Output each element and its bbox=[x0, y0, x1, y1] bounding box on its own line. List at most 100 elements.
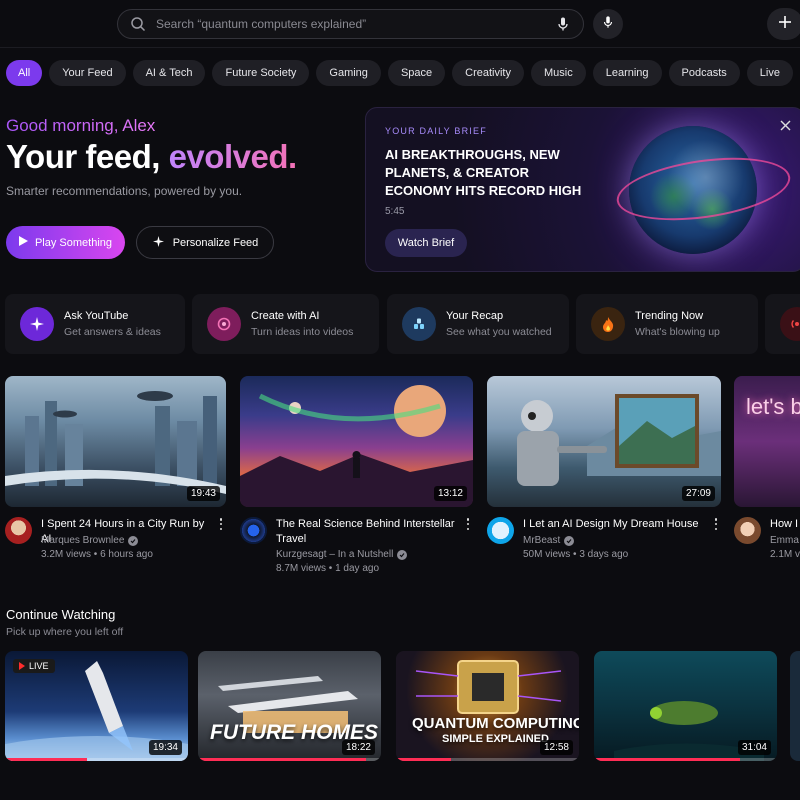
chip-future-society[interactable]: Future Society bbox=[212, 60, 310, 86]
video-duration: 18:22 bbox=[341, 740, 375, 755]
watch-progress-bar bbox=[396, 758, 579, 761]
play-icon bbox=[18, 236, 28, 249]
chip-podcasts[interactable]: Podcasts bbox=[668, 60, 740, 86]
recap-icon bbox=[402, 307, 436, 341]
watch-brief-button[interactable]: Watch Brief bbox=[385, 229, 467, 257]
view-count: 3.2M views bbox=[41, 549, 92, 560]
watch-progress-fill bbox=[396, 758, 451, 761]
channel-name-label: MrBeast bbox=[523, 535, 561, 546]
chip-creativity[interactable]: Creativity bbox=[452, 60, 524, 86]
quick-action-subtitle: Turn ideas into videos bbox=[251, 326, 354, 338]
quick-action-create-with-ai[interactable]: Create with AI Turn ideas into videos bbox=[192, 294, 379, 354]
close-icon[interactable] bbox=[776, 116, 794, 134]
continue-item[interactable] bbox=[790, 651, 800, 761]
channel-name[interactable]: Marques Brownlee bbox=[41, 535, 139, 546]
continue-item[interactable]: QUANTUM COMPUTING SIMPLE EXPLAINED 12:58 bbox=[396, 651, 579, 761]
video-thumbnail[interactable]: let's bu bbox=[734, 376, 800, 507]
channel-name[interactable]: Kurzgesagt – In a Nutshell bbox=[276, 549, 408, 560]
sparkle-icon bbox=[152, 235, 165, 251]
search-input[interactable]: Search “quantum computers explained” bbox=[156, 17, 555, 31]
quick-action-subtitle: What's blowing up bbox=[635, 326, 720, 338]
verified-icon bbox=[128, 535, 139, 546]
watch-progress-fill bbox=[594, 758, 741, 761]
watch-progress-fill bbox=[198, 758, 367, 761]
channel-name[interactable]: MrBeast bbox=[523, 535, 575, 546]
channel-name-label: Marques Brownlee bbox=[41, 535, 125, 546]
continue-item[interactable]: FUTURE HOMES 18:22 bbox=[198, 651, 381, 761]
daily-brief-card[interactable]: YOUR DAILY BRIEF AI BREAKTHROUGHS, NEW P… bbox=[365, 107, 800, 272]
thumbnail-neon-text: let's bu bbox=[746, 394, 800, 419]
video-title[interactable]: I Let an AI Design My Dream House bbox=[523, 517, 703, 532]
personalize-feed-button[interactable]: Personalize Feed bbox=[136, 226, 274, 259]
chip-learning[interactable]: Learning bbox=[592, 60, 662, 86]
avatar[interactable] bbox=[734, 517, 761, 544]
watch-progress-fill bbox=[5, 758, 88, 761]
watch-progress-bar bbox=[198, 758, 381, 761]
video-meta: 2.1M v bbox=[770, 549, 800, 560]
section-subtitle: Pick up where you left off bbox=[6, 626, 124, 638]
more-options-icon[interactable] bbox=[464, 517, 472, 531]
video-duration: 31:04 bbox=[737, 740, 771, 755]
video-meta: 3.2M views • 6 hours ago bbox=[41, 549, 153, 560]
headline-accent: evolved. bbox=[168, 138, 298, 175]
more-options-icon[interactable] bbox=[217, 517, 225, 531]
page-title: Your feed, evolved. bbox=[6, 138, 297, 176]
upload-age: 6 hours ago bbox=[100, 549, 153, 560]
channel-name-label: Emma bbox=[770, 535, 799, 546]
video-duration: 19:34 bbox=[148, 740, 182, 755]
live-badge: LIVE bbox=[13, 659, 55, 673]
quick-action-title: Trending Now bbox=[635, 310, 704, 322]
quick-action-trending-now[interactable]: Trending Now What's blowing up bbox=[576, 294, 758, 354]
chip-all[interactable]: All bbox=[6, 60, 43, 86]
chip-gaming[interactable]: Gaming bbox=[316, 60, 381, 86]
microphone-icon bbox=[601, 15, 615, 34]
more-options-icon[interactable] bbox=[712, 517, 720, 531]
brief-title: AI BREAKTHROUGHS, NEW PLANETS, & CREATOR… bbox=[385, 147, 582, 198]
chip-ai-tech[interactable]: AI & Tech bbox=[132, 60, 206, 86]
section-title: Continue Watching bbox=[6, 607, 116, 622]
verified-icon bbox=[397, 549, 408, 560]
brief-kicker: YOUR DAILY BRIEF bbox=[385, 126, 487, 136]
thumbnail-overlay-subtext: SIMPLE EXPLAINED bbox=[442, 733, 549, 745]
greeting: Good morning, Alex bbox=[6, 116, 156, 135]
category-chips: All Your Feed AI & Tech Future Society G… bbox=[6, 60, 800, 86]
video-title[interactable]: How I bbox=[770, 517, 800, 532]
play-something-label: Play Something bbox=[34, 236, 113, 249]
chip-space[interactable]: Space bbox=[387, 60, 446, 86]
video-thumbnail[interactable]: 19:43 bbox=[5, 376, 226, 507]
continue-item[interactable]: 31:04 bbox=[594, 651, 777, 761]
microphone-icon[interactable] bbox=[555, 16, 571, 32]
avatar[interactable] bbox=[240, 517, 267, 544]
upload-age: 1 day ago bbox=[335, 563, 380, 574]
chip-music[interactable]: Music bbox=[530, 60, 586, 86]
continue-item[interactable]: LIVE 19:34 bbox=[5, 651, 188, 761]
voice-search-button[interactable] bbox=[593, 9, 623, 39]
quick-action-live[interactable] bbox=[765, 294, 800, 354]
search-icon bbox=[130, 16, 146, 32]
thumbnail-overlay-text: QUANTUM COMPUTING bbox=[412, 715, 579, 732]
avatar[interactable] bbox=[487, 517, 514, 544]
create-button[interactable] bbox=[767, 8, 800, 40]
create-ai-icon bbox=[207, 307, 241, 341]
video-duration: 27:09 bbox=[681, 486, 715, 501]
video-thumbnail[interactable]: 13:12 bbox=[240, 376, 473, 507]
view-count: 8.7M views bbox=[276, 563, 327, 574]
fire-icon bbox=[591, 307, 625, 341]
quick-action-subtitle: See what you watched bbox=[446, 326, 552, 338]
quick-action-your-recap[interactable]: Your Recap See what you watched bbox=[387, 294, 569, 354]
video-title[interactable]: The Real Science Behind Interstellar Tra… bbox=[276, 517, 461, 547]
search-box[interactable]: Search “quantum computers explained” bbox=[117, 9, 584, 39]
chip-your-feed[interactable]: Your Feed bbox=[49, 60, 126, 86]
watch-progress-bar bbox=[594, 758, 777, 761]
chip-live[interactable]: Live bbox=[746, 60, 793, 86]
quick-action-ask-youtube[interactable]: Ask YouTube Get answers & ideas bbox=[5, 294, 185, 354]
quick-action-title: Create with AI bbox=[251, 310, 320, 322]
avatar[interactable] bbox=[5, 517, 32, 544]
play-something-button[interactable]: Play Something bbox=[6, 226, 125, 259]
video-thumbnail[interactable]: 27:09 bbox=[487, 376, 721, 507]
video-duration: 12:58 bbox=[539, 740, 573, 755]
verified-icon bbox=[564, 535, 575, 546]
brief-duration: 5:45 bbox=[385, 206, 405, 217]
channel-name[interactable]: Emma bbox=[770, 535, 799, 546]
video-duration: 19:43 bbox=[186, 486, 220, 501]
